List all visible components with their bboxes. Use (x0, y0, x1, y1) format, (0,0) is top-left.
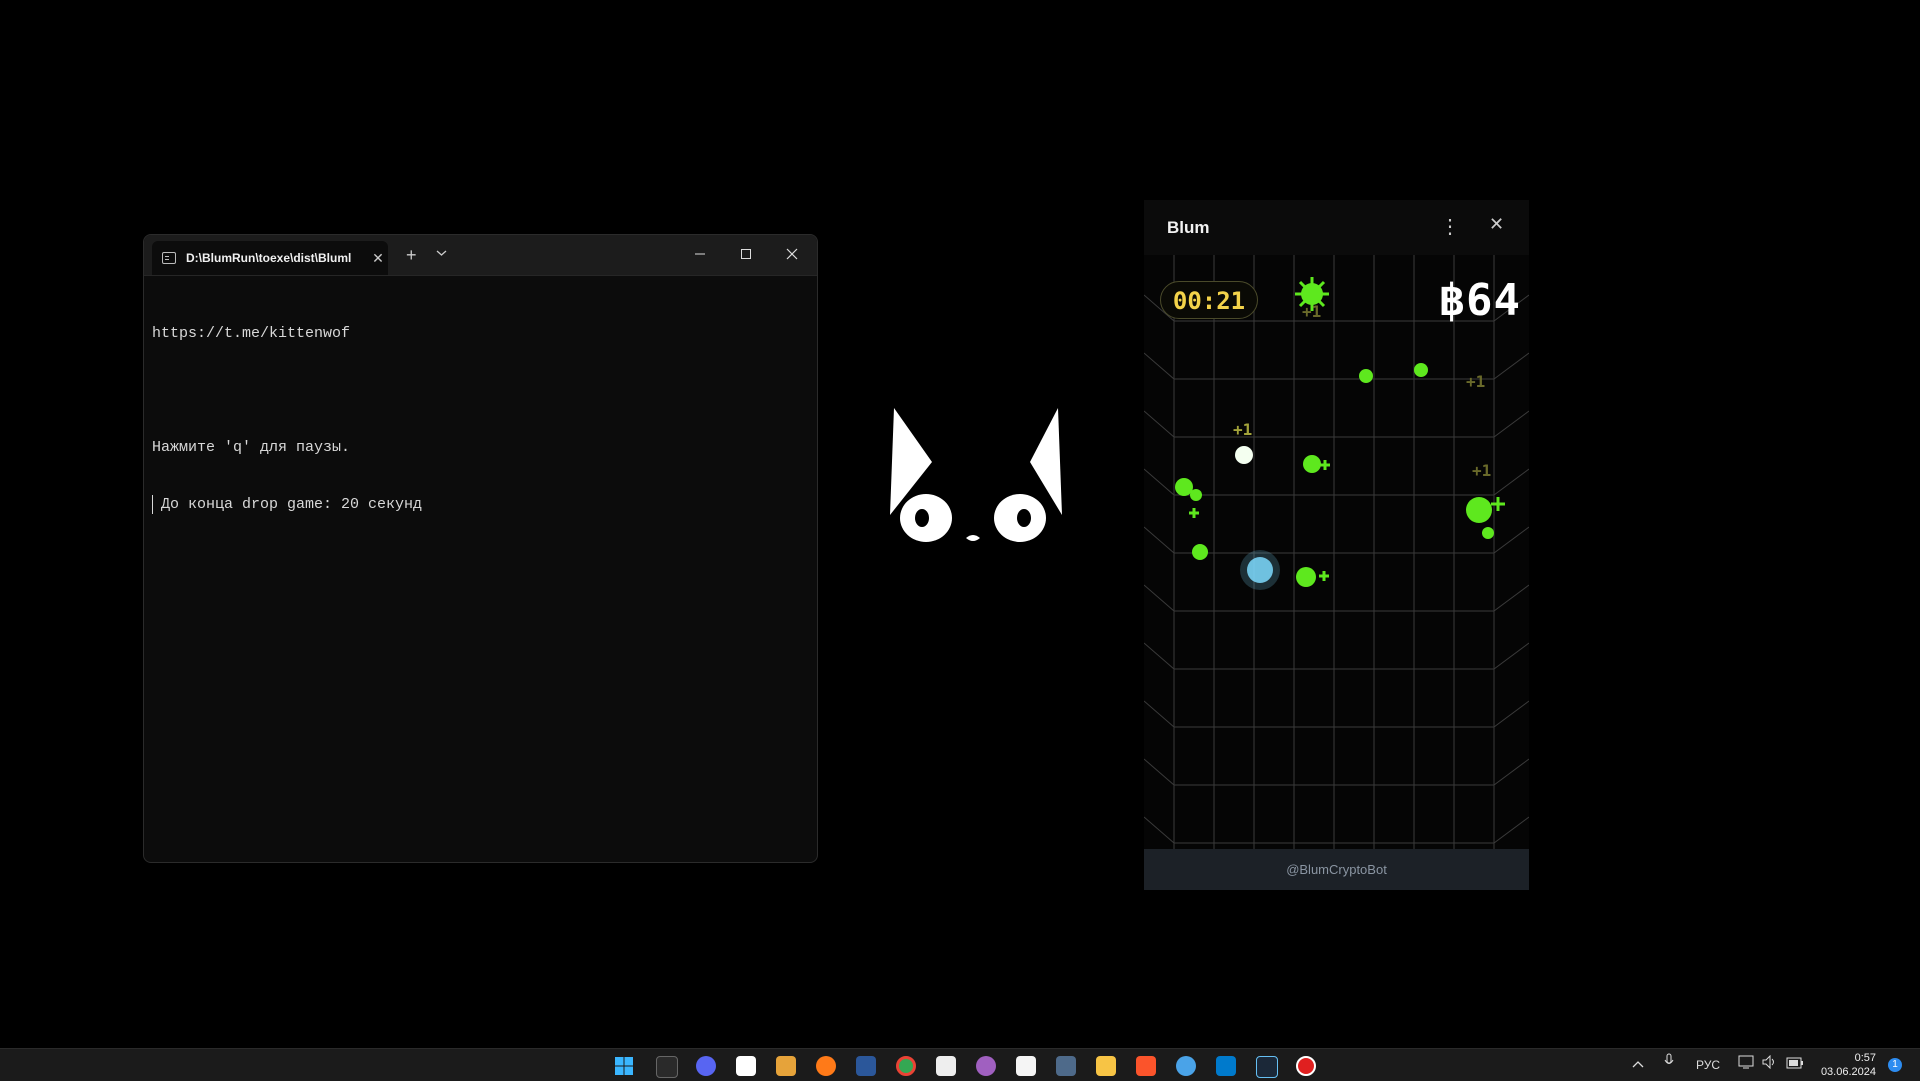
network-icon[interactable] (1738, 1049, 1754, 1081)
calculator-icon[interactable] (1056, 1056, 1076, 1076)
score-counter: ฿64 (1439, 275, 1521, 326)
tray-overflow-icon[interactable] (1632, 1049, 1644, 1081)
terminal-tab[interactable]: D:\BlumRun\toexe\dist\Bluml ✕ (152, 241, 388, 275)
terminal-line: https://t.me/kittenwof (152, 325, 351, 342)
store-icon[interactable] (776, 1056, 796, 1076)
battery-icon[interactable] (1786, 1049, 1804, 1081)
record-icon[interactable] (1296, 1056, 1316, 1076)
terminal-titlebar[interactable]: D:\BlumRun\toexe\dist\Bluml ✕ + (144, 235, 817, 276)
close-icon[interactable]: ✕ (1489, 214, 1504, 235)
more-menu-icon[interactable]: ⋮ (1440, 214, 1460, 239)
new-tab-button[interactable]: + (406, 245, 417, 266)
chrome-icon[interactable] (896, 1056, 916, 1076)
vpn-icon[interactable] (1176, 1056, 1196, 1076)
notification-badge[interactable]: 1 (1888, 1058, 1902, 1072)
terminal-icon[interactable] (656, 1056, 678, 1078)
maximize-button[interactable] (726, 243, 766, 267)
language-indicator[interactable]: РУС (1696, 1049, 1720, 1081)
tab-close-icon[interactable]: ✕ (368, 250, 388, 267)
plus-one-label: +1 (1466, 372, 1485, 391)
explorer-icon[interactable] (1096, 1056, 1116, 1076)
notion-icon[interactable] (936, 1056, 956, 1076)
blum-panel: Blum ⋮ ✕ +1 +1 +1 +1 00:21 ฿64 @BlumCryp… (1144, 200, 1529, 890)
clock-time: 0:57 (1854, 1052, 1876, 1064)
game-grid: +1 +1 +1 +1 (1144, 255, 1529, 849)
close-button[interactable] (772, 243, 812, 267)
windows-start-icon[interactable] (614, 1056, 634, 1076)
clock[interactable]: 0:57 03.06.2024 (1821, 1051, 1876, 1079)
volume-icon[interactable] (1762, 1049, 1778, 1081)
clock-date: 03.06.2024 (1820, 1066, 1876, 1078)
terminal-window: D:\BlumRun\toexe\dist\Bluml ✕ + https://… (143, 234, 818, 863)
taskbar: РУС 0:57 03.06.2024 1 (0, 1048, 1920, 1081)
microphone-icon[interactable] (1664, 1049, 1674, 1081)
plus-one-label: +1 (1302, 302, 1321, 321)
word-icon[interactable] (856, 1056, 876, 1076)
terminal-tab-title: D:\BlumRun\toexe\dist\Bluml (186, 251, 352, 265)
terminal-line: До конца drop game: 20 секунд (152, 495, 809, 514)
capcut-icon[interactable] (736, 1056, 756, 1076)
tab-dropdown-icon[interactable] (436, 248, 447, 260)
vscode-icon[interactable] (1216, 1056, 1236, 1076)
steam-icon[interactable] (1256, 1056, 1278, 1078)
blum-header: Blum ⋮ ✕ (1144, 200, 1529, 255)
game-timer: 00:21 (1160, 281, 1258, 319)
terminal-line: Нажмите 'q' для паузы. (152, 439, 351, 456)
clipboard-icon[interactable] (1016, 1056, 1036, 1076)
terminal-tab-icon (162, 252, 176, 264)
firefox-icon[interactable] (816, 1056, 836, 1076)
discord-icon[interactable] (696, 1056, 716, 1076)
brave-icon[interactable] (1136, 1056, 1156, 1076)
blum-coin-icon: ฿ (1438, 275, 1467, 326)
blum-title: Blum (1167, 218, 1210, 237)
score-value: 64 (1466, 275, 1521, 326)
plus-one-label: +1 (1233, 420, 1252, 439)
cat-logo (880, 400, 1080, 550)
terminal-output[interactable]: https://t.me/kittenwof Нажмите 'q' для п… (144, 276, 817, 562)
bot-username[interactable]: @BlumCryptoBot (1144, 849, 1529, 890)
game-canvas[interactable]: +1 +1 +1 +1 00:21 ฿64 (1144, 255, 1529, 849)
minimize-button[interactable] (680, 243, 720, 267)
app-icon[interactable] (976, 1056, 996, 1076)
plus-one-label: +1 (1472, 461, 1491, 480)
